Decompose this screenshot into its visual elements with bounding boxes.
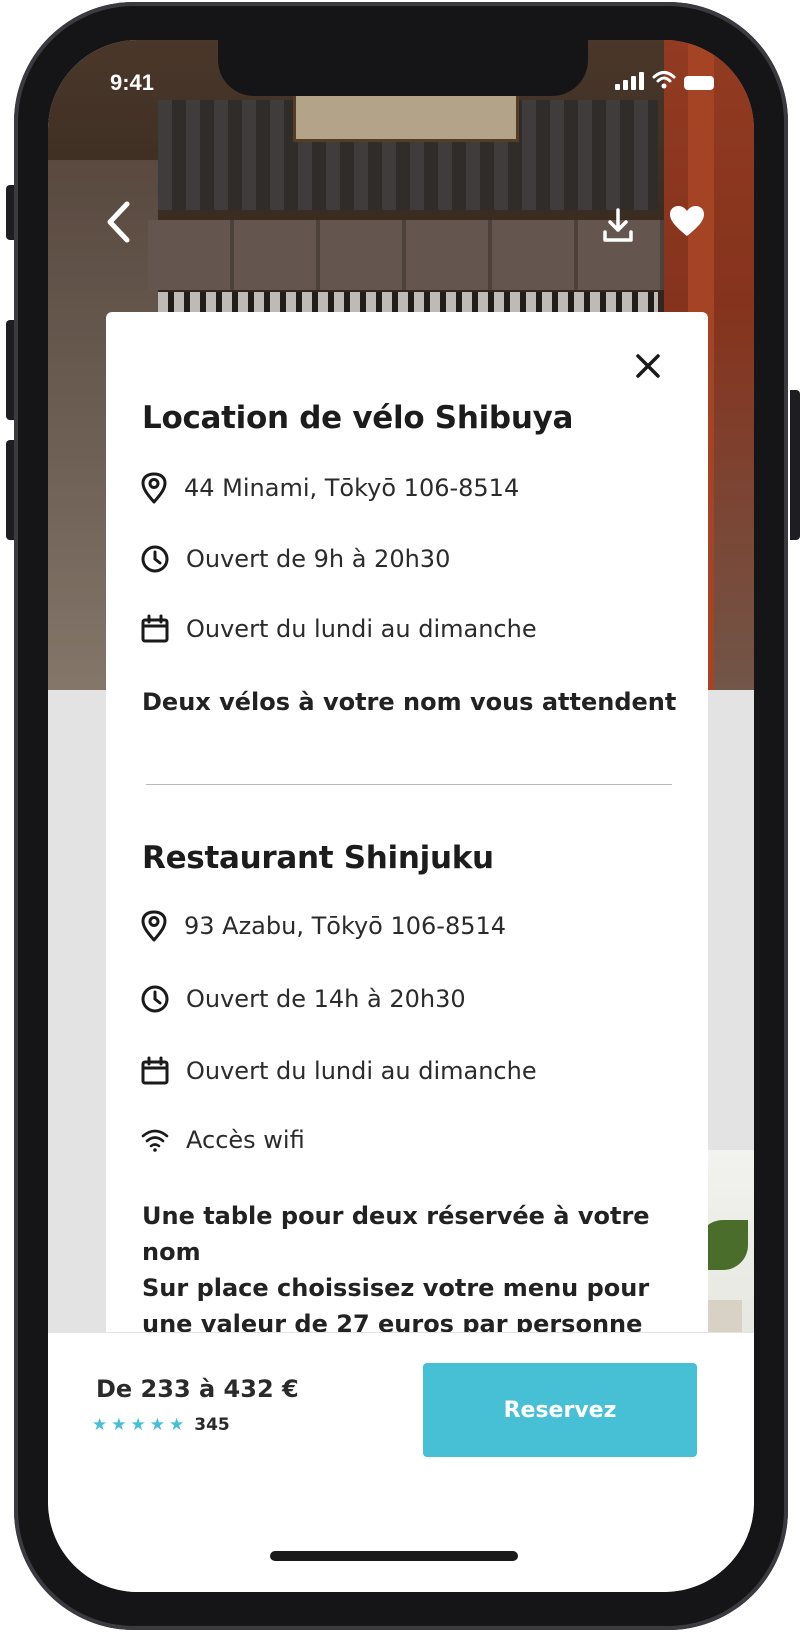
status-icons [615,70,714,90]
note-bike-rental: Deux vélos à votre nom vous attendent [142,688,677,716]
hours-text: Ouvert de 14h à 20h30 [186,985,466,1013]
section-title-bike-rental: Location de vélo Shibuya [142,400,574,436]
star-icon: ★ [149,1415,165,1435]
address-row-bike-rental: 44 Minami, Tōkyō 106-8514 [140,472,519,504]
days-row-restaurant: Ouvert du lundi au dimanche [140,1056,537,1086]
screen: 9:41 Location de vélo Shibuya 44 Minami,… [48,40,754,1592]
battery-icon [684,76,714,90]
back-button[interactable] [98,200,138,244]
download-icon [603,208,633,242]
power-button [790,390,800,540]
location-pin-icon [141,910,167,942]
close-button[interactable] [628,346,668,386]
home-indicator[interactable] [270,1551,518,1561]
details-modal: Location de vélo Shibuya 44 Minami, Tōky… [106,312,708,1332]
wifi-icon [141,1129,169,1152]
plant-pot [702,1300,742,1336]
signal-icon [615,70,644,90]
rating: ★ ★ ★ ★ ★ 345 [92,1415,230,1435]
calendar-icon [141,1056,169,1085]
hours-text: Ouvert de 9h à 20h30 [186,545,451,573]
location-pin-icon [141,472,167,504]
book-button[interactable]: Reservez [423,1363,697,1457]
favorite-button[interactable] [668,204,708,244]
section-divider [146,784,672,785]
status-bar: 9:41 [48,40,754,130]
rating-count: 345 [194,1415,230,1435]
address-text: 44 Minami, Tōkyō 106-8514 [184,474,520,502]
address-text: 93 Azabu, Tōkyō 106-8514 [184,912,507,940]
clock-icon [141,545,169,573]
status-time: 9:41 [110,70,155,95]
heart-icon [670,206,704,236]
booking-bar: De 233 à 432 € ★ ★ ★ ★ ★ 345 Reservez [48,1332,754,1592]
star-icon: ★ [92,1415,108,1435]
address-row-restaurant: 93 Azabu, Tōkyō 106-8514 [140,910,506,942]
notch [218,40,588,96]
star-icon: ★ [111,1415,127,1435]
clock-icon [141,985,169,1013]
days-text: Ouvert du lundi au dimanche [186,1057,537,1085]
days-row-bike-rental: Ouvert du lundi au dimanche [140,614,537,644]
close-icon [636,354,660,378]
chevron-left-icon [107,201,130,243]
note-line: une valeur de 27 euros par personne [142,1310,643,1332]
star-icon: ★ [169,1415,185,1435]
wifi-row-restaurant: Accès wifi [140,1126,305,1154]
wifi-text: Accès wifi [186,1126,305,1154]
star-icon: ★ [130,1415,146,1435]
price-range: De 233 à 432 € [96,1375,299,1403]
stage: 9:41 Location de vélo Shibuya 44 Minami,… [0,0,802,1634]
note-restaurant: Une table pour deux réservée à votre nom… [142,1198,682,1332]
days-text: Ouvert du lundi au dimanche [186,615,537,643]
phone-frame: 9:41 Location de vélo Shibuya 44 Minami,… [14,2,788,1630]
note-line: Une table pour deux réservée à votre nom [142,1202,650,1266]
wifi-status-icon [652,71,676,89]
hours-row-restaurant: Ouvert de 14h à 20h30 [140,984,466,1014]
calendar-icon [141,614,169,643]
note-line: Sur place choissisez votre menu pour [142,1274,650,1302]
download-button[interactable] [600,206,636,246]
section-title-restaurant: Restaurant Shinjuku [142,840,494,876]
hours-row-bike-rental: Ouvert de 9h à 20h30 [140,544,450,574]
